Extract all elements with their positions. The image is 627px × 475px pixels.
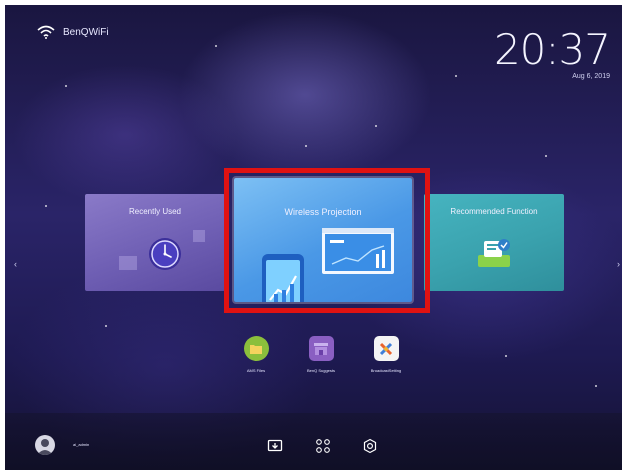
recommend-icon [478, 239, 510, 267]
wifi-status[interactable]: BenQWiFi [37, 25, 109, 39]
scroll-left-arrow-icon[interactable]: ‹ [14, 259, 17, 269]
clock-date: Aug 6, 2019 [572, 73, 610, 80]
star [65, 85, 67, 87]
star [105, 325, 107, 327]
app-benq-suggests[interactable]: BenQ Suggests [296, 336, 346, 373]
user-avatar-icon[interactable] [35, 435, 55, 455]
user-name[interactable]: ai_admin [73, 442, 89, 447]
wifi-network-name: BenQWiFi [63, 26, 109, 38]
settings-icon[interactable] [362, 438, 378, 454]
star [505, 355, 507, 357]
star [455, 75, 457, 77]
app-ams-files[interactable]: AMS Files [231, 336, 281, 373]
clock-time: 20:37 [493, 25, 611, 74]
bottom-bar: ai_admin [5, 413, 622, 470]
clock-icon [149, 238, 181, 270]
star [45, 205, 47, 207]
decorative-block [119, 256, 137, 270]
star [215, 45, 217, 47]
recommended-function-card[interactable]: Recommended Function [424, 194, 564, 291]
clock-widget: 20:37 Aug 6, 2019 [493, 25, 611, 81]
focus-highlight-frame [224, 168, 430, 313]
app-broadcast-setting[interactable]: BroadcastSetting [361, 336, 411, 373]
app-label: AMS Files [246, 368, 266, 373]
folder-icon [243, 336, 269, 361]
star [545, 155, 547, 157]
input-source-icon[interactable] [267, 438, 283, 454]
app-label: BenQ Suggests [306, 368, 336, 373]
wifi-icon [37, 25, 55, 39]
store-icon [308, 336, 334, 361]
decorative-block [193, 230, 205, 242]
recently-used-card[interactable]: Recently Used [85, 194, 225, 291]
broadcast-icon [373, 336, 399, 361]
app-label: BroadcastSetting [370, 368, 402, 373]
scroll-right-arrow-icon[interactable]: › [617, 259, 620, 269]
recently-used-title: Recently Used [128, 207, 182, 216]
launcher-screen: BenQWiFi 20:37 Aug 6, 2019 ‹ › Recently … [5, 5, 622, 470]
apps-grid-icon[interactable] [315, 438, 331, 454]
star [595, 385, 597, 387]
recommended-function-title: Recommended Function [450, 207, 538, 216]
star [305, 145, 307, 147]
star [375, 125, 377, 127]
